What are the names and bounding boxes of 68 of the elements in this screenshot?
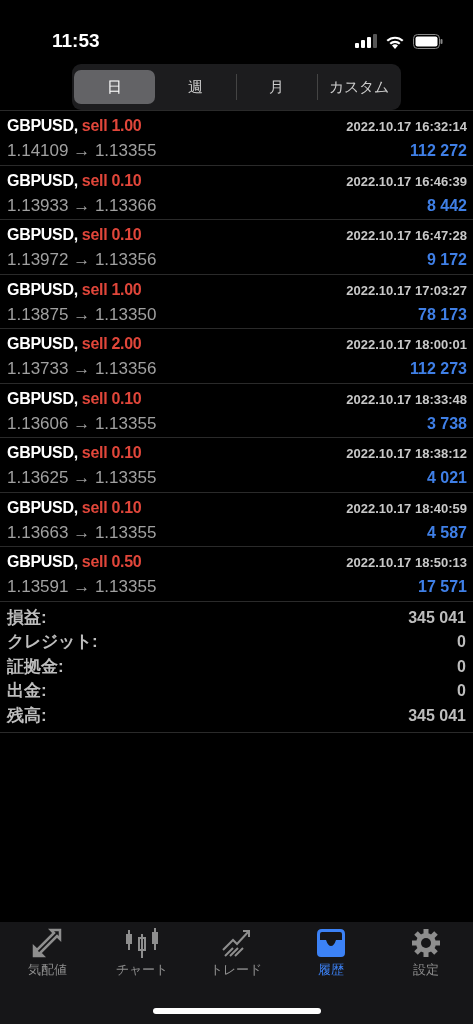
summary-label: 損益: bbox=[7, 606, 47, 629]
price-range: 1.13663 → 1.13355 bbox=[7, 521, 157, 544]
order-label: sell 2.00 bbox=[81, 334, 142, 354]
profit-value: 112 273 bbox=[410, 359, 467, 379]
order-label: sell 0.10 bbox=[81, 388, 142, 409]
profit-value: 4 021 bbox=[426, 468, 467, 488]
battery-icon bbox=[413, 33, 443, 49]
profit-value: 112 272 bbox=[410, 141, 467, 161]
profit-value: 78 173 bbox=[418, 304, 467, 325]
symbol-label: GBPUSD, bbox=[7, 443, 78, 463]
order-label: sell 0.10 bbox=[81, 225, 142, 245]
deal-time: 2022.10.17 18:00:01 bbox=[346, 336, 467, 354]
price-range: 1.13933 → 1.13366 bbox=[7, 194, 157, 217]
profit-value: 17 571 bbox=[418, 577, 467, 597]
order-label: sell 1.00 bbox=[81, 279, 142, 300]
deal-time: 2022.10.17 18:33:48 bbox=[346, 390, 467, 409]
summary-label: クレジット: bbox=[7, 631, 98, 653]
order-label: sell 1.00 bbox=[81, 116, 142, 136]
price-range: 1.13606 → 1.13355 bbox=[7, 412, 157, 435]
deal-time: 2022.10.17 16:32:14 bbox=[346, 118, 467, 136]
symbol-label: GBPUSD, bbox=[7, 170, 78, 191]
clock-time: 11:53 bbox=[52, 28, 100, 53]
deal-time: 2022.10.17 18:50:13 bbox=[346, 554, 467, 572]
profit-value: 8 442 bbox=[426, 195, 467, 216]
symbol-label: GBPUSD, bbox=[7, 279, 78, 300]
order-label: sell 0.10 bbox=[81, 170, 142, 191]
symbol-label: GBPUSD, bbox=[7, 552, 78, 572]
profit-value: 4 587 bbox=[426, 522, 467, 543]
tab-bar-item[interactable]: 履歴 bbox=[283, 922, 379, 980]
summary-value: 345 041 bbox=[408, 705, 466, 726]
profit-value: 3 738 bbox=[426, 413, 467, 434]
deal-time: 2022.10.17 18:40:59 bbox=[346, 499, 467, 518]
period-tab[interactable]: カスタム bbox=[318, 70, 399, 104]
signal-icon bbox=[355, 34, 377, 48]
deal-time: 2022.10.17 16:47:28 bbox=[346, 227, 467, 245]
order-label: sell 0.50 bbox=[81, 552, 142, 572]
summary-label: 残高: bbox=[7, 704, 47, 727]
period-tab[interactable]: 月 bbox=[236, 70, 318, 104]
symbol-label: GBPUSD, bbox=[7, 334, 78, 354]
order-label: sell 0.10 bbox=[81, 497, 142, 518]
deal-time: 2022.10.17 17:03:27 bbox=[346, 281, 467, 300]
candlestick-icon bbox=[124, 928, 159, 958]
price-range: 1.13591 → 1.13355 bbox=[7, 576, 157, 598]
tab-bar-item[interactable]: 気配値 bbox=[0, 922, 95, 980]
order-label: sell 0.10 bbox=[81, 443, 142, 463]
tab-bar-item[interactable]: トレード bbox=[189, 922, 284, 980]
summary-value: 0 bbox=[457, 656, 466, 677]
summary-value: 0 bbox=[457, 632, 466, 652]
symbol-label: GBPUSD, bbox=[7, 388, 78, 409]
period-tab[interactable]: 日 bbox=[74, 70, 155, 104]
summary-value: 345 041 bbox=[408, 607, 466, 628]
price-range: 1.13625 → 1.13355 bbox=[7, 467, 157, 489]
tab-bar-item[interactable]: 設定 bbox=[378, 922, 473, 980]
period-tab[interactable]: 週 bbox=[154, 70, 236, 104]
price-range: 1.13972 → 1.13356 bbox=[7, 249, 157, 271]
tab-bar-item[interactable]: チャート bbox=[94, 922, 190, 980]
symbol-label: GBPUSD, bbox=[7, 116, 78, 136]
price-range: 1.13875 → 1.13350 bbox=[7, 303, 157, 326]
price-range: 1.13733 → 1.13356 bbox=[7, 358, 157, 380]
deal-time: 2022.10.17 18:38:12 bbox=[346, 445, 467, 463]
symbol-label: GBPUSD, bbox=[7, 225, 78, 245]
price-range: 1.14109 → 1.13355 bbox=[7, 140, 157, 162]
summary-label: 出金: bbox=[7, 680, 47, 702]
symbol-label: GBPUSD, bbox=[7, 497, 78, 518]
profit-value: 9 172 bbox=[426, 250, 467, 270]
summary-value: 0 bbox=[457, 681, 466, 701]
deal-time: 2022.10.17 16:46:39 bbox=[346, 172, 467, 191]
summary-label: 証拠金: bbox=[7, 655, 64, 678]
